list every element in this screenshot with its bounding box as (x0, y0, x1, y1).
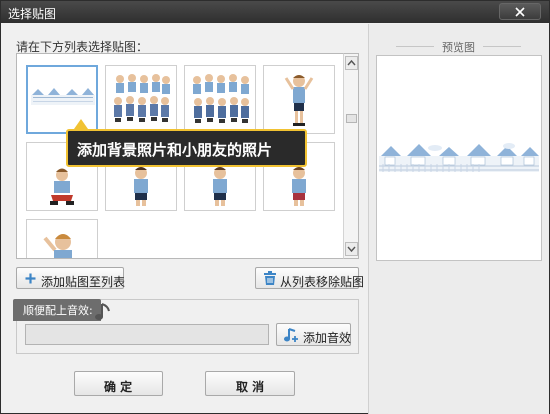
ok-button[interactable]: 确 定 (74, 371, 163, 396)
music-note-icon (95, 303, 110, 320)
close-icon (515, 7, 525, 17)
plus-icon (25, 273, 36, 284)
remove-sticker-button[interactable]: 从列表移除贴图 (255, 267, 364, 289)
cancel-button[interactable]: 取 消 (205, 371, 295, 396)
sticker-item-class-photo[interactable] (105, 65, 177, 134)
sticker-item-class-photo[interactable] (184, 65, 256, 134)
tooltip-text: 添加背景照片和小朋友的照片 (77, 141, 273, 159)
hint-tooltip: 添加背景照片和小朋友的照片 (66, 129, 307, 167)
sticker-item-child-waving[interactable] (263, 65, 335, 134)
add-sticker-button[interactable]: 添加贴图至列表 (16, 267, 126, 289)
sticker-item-child-waving[interactable] (26, 219, 98, 258)
ok-label: 确 定 (104, 380, 133, 394)
chevron-up-icon (347, 59, 356, 66)
add-sound-button[interactable]: 添加音效 (276, 323, 351, 346)
sound-effect-label: 顺便配上音效: (23, 304, 93, 317)
preview-title: 预览图 (442, 41, 475, 54)
window-title: 选择贴图 (8, 7, 57, 21)
scroll-thumb[interactable] (346, 114, 357, 123)
town-border-preview (379, 143, 539, 172)
preview-image (376, 55, 542, 261)
trash-icon (264, 271, 276, 285)
sound-effect-field[interactable] (25, 324, 269, 345)
cancel-label: 取 消 (236, 380, 265, 394)
scroll-down-button[interactable] (345, 242, 358, 256)
sound-effect-tab: 顺便配上音效: (13, 299, 101, 321)
list-scrollbar[interactable] (343, 53, 359, 259)
add-sticker-label: 添加贴图至列表 (41, 275, 126, 289)
select-sticker-dialog: 选择贴图 请在下方列表选择贴图： 添加背景照片和小朋友的照片 添加贴图至列表 从… (0, 0, 550, 414)
close-button[interactable] (499, 3, 541, 20)
title-bar: 选择贴图 (1, 1, 549, 23)
chevron-down-icon (347, 246, 356, 253)
remove-sticker-label: 从列表移除贴图 (280, 275, 365, 289)
scroll-up-button[interactable] (345, 56, 358, 70)
tooltip-arrow (74, 119, 88, 129)
add-sound-label: 添加音效 (303, 331, 352, 345)
music-add-icon (284, 328, 298, 342)
